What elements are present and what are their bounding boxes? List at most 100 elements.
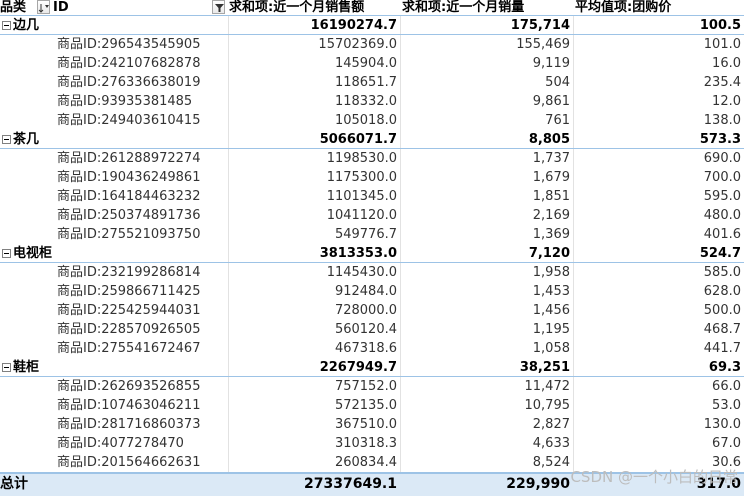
product-id[interactable]: 商品ID:276336638019 [57,73,227,92]
sales-amount: 1198530.0 [326,151,397,166]
group-name[interactable]: 茶几 [13,130,203,149]
group-name[interactable]: 边几 [13,16,203,35]
sales-volume: 9,861 [532,94,570,109]
sales-amount: 145904.0 [334,56,397,71]
sales-volume: 761 [545,113,570,128]
sales-volume: 1,456 [532,303,570,318]
pivot-header-row: 品类 ID 求和项:近一个月销售额 求和项:近一个月销量 平均值项:团购价 [0,0,744,16]
product-id[interactable]: 商品ID:228570926505 [57,320,227,339]
table-row: 商品ID:262693526855 757152.0 11,472 66.0 [0,377,744,396]
sales-volume: 1,851 [532,189,570,204]
header-category[interactable]: 品类 [0,0,31,16]
group-sales-amount: 5066071.7 [319,132,397,147]
sales-amount: 105018.0 [334,113,397,128]
sales-amount: 728000.0 [334,303,397,318]
group-price: 66.0 [712,379,741,394]
sales-volume: 11,472 [524,379,571,394]
product-id[interactable]: 商品ID:242107682878 [57,54,227,73]
group-price: 480.0 [703,208,741,223]
group-sales-amount: 2267949.7 [319,360,397,375]
group-row: 鞋柜 2267949.7 38,251 69.3 [0,358,744,377]
group-sales-amount: 16190274.7 [310,18,397,33]
table-row: 商品ID:275541672467 467318.6 1,058 441.7 [0,339,744,358]
table-row: 商品ID:249403610415 105018.0 761 138.0 [0,111,744,130]
sales-volume: 1,737 [532,151,570,166]
group-row: 边几 16190274.7 175,714 100.5 [0,16,744,35]
collapse-minus-icon[interactable] [2,135,11,144]
group-name[interactable]: 电视柜 [13,244,203,263]
product-id[interactable]: 商品ID:107463046211 [57,396,227,415]
sales-volume: 2,827 [532,417,570,432]
table-row: 商品ID:281716860373 367510.0 2,827 130.0 [0,415,744,434]
product-id[interactable]: 商品ID:164184463232 [57,187,227,206]
group-price: 130.0 [703,417,741,432]
table-row: 商品ID:190436249861 1175300.0 1,679 700.0 [0,168,744,187]
sales-amount: 1145430.0 [326,265,397,280]
group-row: 电视柜 3813353.0 7,120 524.7 [0,244,744,263]
sales-volume: 1,679 [532,170,570,185]
group-price: 700.0 [703,170,741,185]
product-id[interactable]: 商品ID:259866711425 [57,282,227,301]
sort-ascending-icon[interactable] [37,0,50,14]
table-row: 商品ID:164184463232 1101345.0 1,851 595.0 [0,187,744,206]
table-row: 商品ID:228570926505 560120.4 1,195 468.7 [0,320,744,339]
sales-volume: 1,453 [532,284,570,299]
group-group-price: 524.7 [699,246,741,261]
table-row: 商品ID:275521093750 549776.7 1,369 401.6 [0,225,744,244]
table-row: 商品ID:4077278470 310318.3 4,633 67.0 [0,434,744,453]
product-id[interactable]: 商品ID:4077278470 [57,434,227,453]
table-row: 商品ID:296543545905 15702369.0 155,469 101.0 [0,35,744,54]
sales-volume: 504 [545,75,570,90]
table-row: 商品ID:250374891736 1041120.0 2,169 480.0 [0,206,744,225]
product-id[interactable]: 商品ID:275521093750 [57,225,227,244]
table-row: 商品ID:276336638019 118651.7 504 235.4 [0,73,744,92]
product-id[interactable]: 商品ID:93935381485 [57,92,227,111]
sales-volume: 1,958 [532,265,570,280]
group-price: 401.6 [703,227,741,242]
sales-amount: 367510.0 [334,417,397,432]
product-id[interactable]: 商品ID:250374891736 [57,206,227,225]
collapse-minus-icon[interactable] [2,249,11,258]
product-id[interactable]: 商品ID:225425944031 [57,301,227,320]
product-id[interactable]: 商品ID:190436249861 [57,168,227,187]
group-price: 500.0 [703,303,741,318]
sales-amount: 560120.4 [334,322,397,337]
group-row: 茶几 5066071.7 8,805 573.3 [0,130,744,149]
product-id[interactable]: 商品ID:281716860373 [57,415,227,434]
header-sales-amount: 求和项:近一个月销售额 [229,0,365,15]
product-id[interactable]: 商品ID:296543545905 [57,35,227,54]
sales-amount: 757152.0 [334,379,397,394]
group-sales-amount: 3813353.0 [319,246,397,261]
product-id[interactable]: 商品ID:201564662631 [57,453,227,472]
group-price: 690.0 [703,151,741,166]
pivot-table: 品类 ID 求和项:近一个月销售额 求和项:近一个月销量 平均值项:团购价 边几… [0,0,744,496]
table-row: 商品ID:242107682878 145904.0 9,119 16.0 [0,54,744,73]
product-id[interactable]: 商品ID:232199286814 [57,263,227,282]
sales-amount: 15702369.0 [318,37,397,52]
sales-volume: 9,119 [532,56,570,71]
group-sales-volume: 8,805 [528,132,570,147]
sales-volume: 2,169 [532,208,570,223]
group-group-price: 573.3 [699,132,741,147]
grand-total-label: 总计 [0,476,28,492]
table-row: 商品ID:225425944031 728000.0 1,456 500.0 [0,301,744,320]
header-id[interactable]: ID [53,0,203,16]
sales-amount: 912484.0 [334,284,397,299]
sales-volume: 1,058 [532,341,570,356]
group-name[interactable]: 鞋柜 [13,358,203,377]
product-id[interactable]: 商品ID:261288972274 [57,149,227,168]
group-price: 235.4 [703,75,741,90]
sales-volume: 8,524 [532,455,570,470]
product-id[interactable]: 商品ID:249403610415 [57,111,227,130]
watermark: CSDN @一个小白的日常 [570,468,738,486]
product-id[interactable]: 商品ID:275541672467 [57,339,227,358]
group-price: 16.0 [712,56,741,71]
collapse-minus-icon[interactable] [2,363,11,372]
header-sales-volume: 求和项:近一个月销量 [402,0,525,15]
group-sales-volume: 38,251 [519,360,570,375]
collapse-minus-icon[interactable] [2,21,11,30]
sales-amount: 1175300.0 [326,170,397,185]
group-group-price: 100.5 [699,18,741,33]
product-id[interactable]: 商品ID:262693526855 [57,377,227,396]
filter-dropdown-icon[interactable] [212,0,225,14]
